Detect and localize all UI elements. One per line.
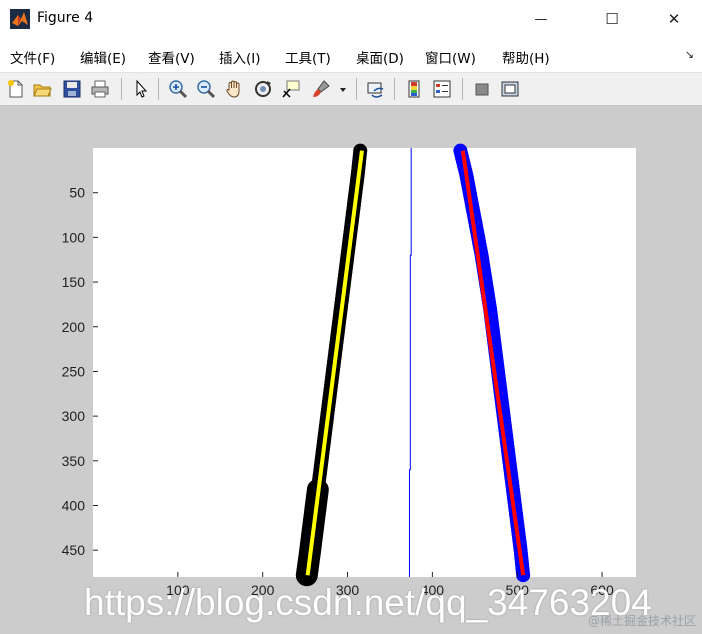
menu-desktop[interactable]: 桌面(D) xyxy=(356,47,404,67)
y-tick-label: 300 xyxy=(62,408,86,424)
brush-icon[interactable] xyxy=(311,79,331,99)
axes-background xyxy=(93,148,636,577)
menu-view[interactable]: 查看(V) xyxy=(148,47,195,67)
y-tick-label: 350 xyxy=(62,453,86,469)
dock-arrow-icon[interactable]: ↘ xyxy=(685,48,694,61)
corner-watermark: @稀土掘金技术社区 xyxy=(587,614,696,628)
title-bar: Figure 4 — ☐ ✕ xyxy=(0,0,702,38)
window-title: Figure 4 xyxy=(37,10,94,26)
menu-window[interactable]: 窗口(W) xyxy=(425,47,476,67)
toolbar-separator xyxy=(121,78,122,100)
watermark-text: https://blog.csdn.net/qq_34763204 xyxy=(84,582,652,623)
matlab-logo-icon xyxy=(10,9,30,29)
save-icon[interactable] xyxy=(62,79,82,99)
menu-tools[interactable]: 工具(T) xyxy=(285,47,331,67)
new-figure-icon[interactable] xyxy=(6,79,26,99)
y-tick-label: 200 xyxy=(62,319,86,335)
figure-toolbar xyxy=(0,72,702,106)
axes-plot[interactable]: 100 200 300 400 500 6005010015020025030035040… xyxy=(0,106,702,634)
close-button[interactable]: ✕ xyxy=(651,0,697,38)
maximize-icon: ☐ xyxy=(605,10,619,28)
zoom-out-icon[interactable] xyxy=(196,79,216,99)
maximize-button[interactable]: ☐ xyxy=(589,0,635,38)
y-tick-label: 100 xyxy=(62,229,86,245)
arrow-pointer-icon[interactable] xyxy=(131,79,151,99)
y-tick-label: 400 xyxy=(62,498,86,514)
y-tick-label: 150 xyxy=(62,274,86,290)
close-icon: ✕ xyxy=(667,10,681,28)
y-tick-label: 250 xyxy=(62,363,86,379)
toolbar-separator xyxy=(158,78,159,100)
menu-help[interactable]: 帮助(H) xyxy=(502,47,550,67)
zoom-in-icon[interactable] xyxy=(168,79,188,99)
toolbar-separator xyxy=(356,78,357,100)
show-plot-tools-icon[interactable] xyxy=(500,79,520,99)
y-tick-label: 450 xyxy=(62,542,86,558)
hide-plot-tools-icon[interactable] xyxy=(472,79,492,99)
figure-canvas[interactable]: 100 200 300 400 500 600 50 100 150 200 250 300 350 40… xyxy=(0,106,702,634)
link-plot-icon[interactable] xyxy=(366,79,386,99)
menu-file[interactable]: 文件(F) xyxy=(10,47,55,67)
print-icon[interactable] xyxy=(90,79,110,99)
pan-hand-icon[interactable] xyxy=(224,79,244,99)
y-tick-label: 50 xyxy=(69,185,85,201)
minimize-icon: — xyxy=(534,11,548,27)
minimize-button[interactable]: — xyxy=(518,0,564,38)
menu-edit[interactable]: 编辑(E) xyxy=(80,47,126,67)
rotate-3d-icon[interactable] xyxy=(253,79,273,99)
legend-icon[interactable] xyxy=(432,79,452,99)
menu-bar: 文件(F) 编辑(E) 查看(V) 插入(I) 工具(T) 桌面(D) 窗口(W… xyxy=(0,40,702,70)
data-cursor-icon[interactable] xyxy=(281,79,301,99)
menu-insert[interactable]: 插入(I) xyxy=(219,47,261,67)
colorbar-icon[interactable] xyxy=(404,79,424,99)
toolbar-separator xyxy=(394,78,395,100)
open-file-icon[interactable] xyxy=(32,79,52,99)
brush-dropdown-icon[interactable] xyxy=(338,79,348,99)
toolbar-separator xyxy=(462,78,463,100)
